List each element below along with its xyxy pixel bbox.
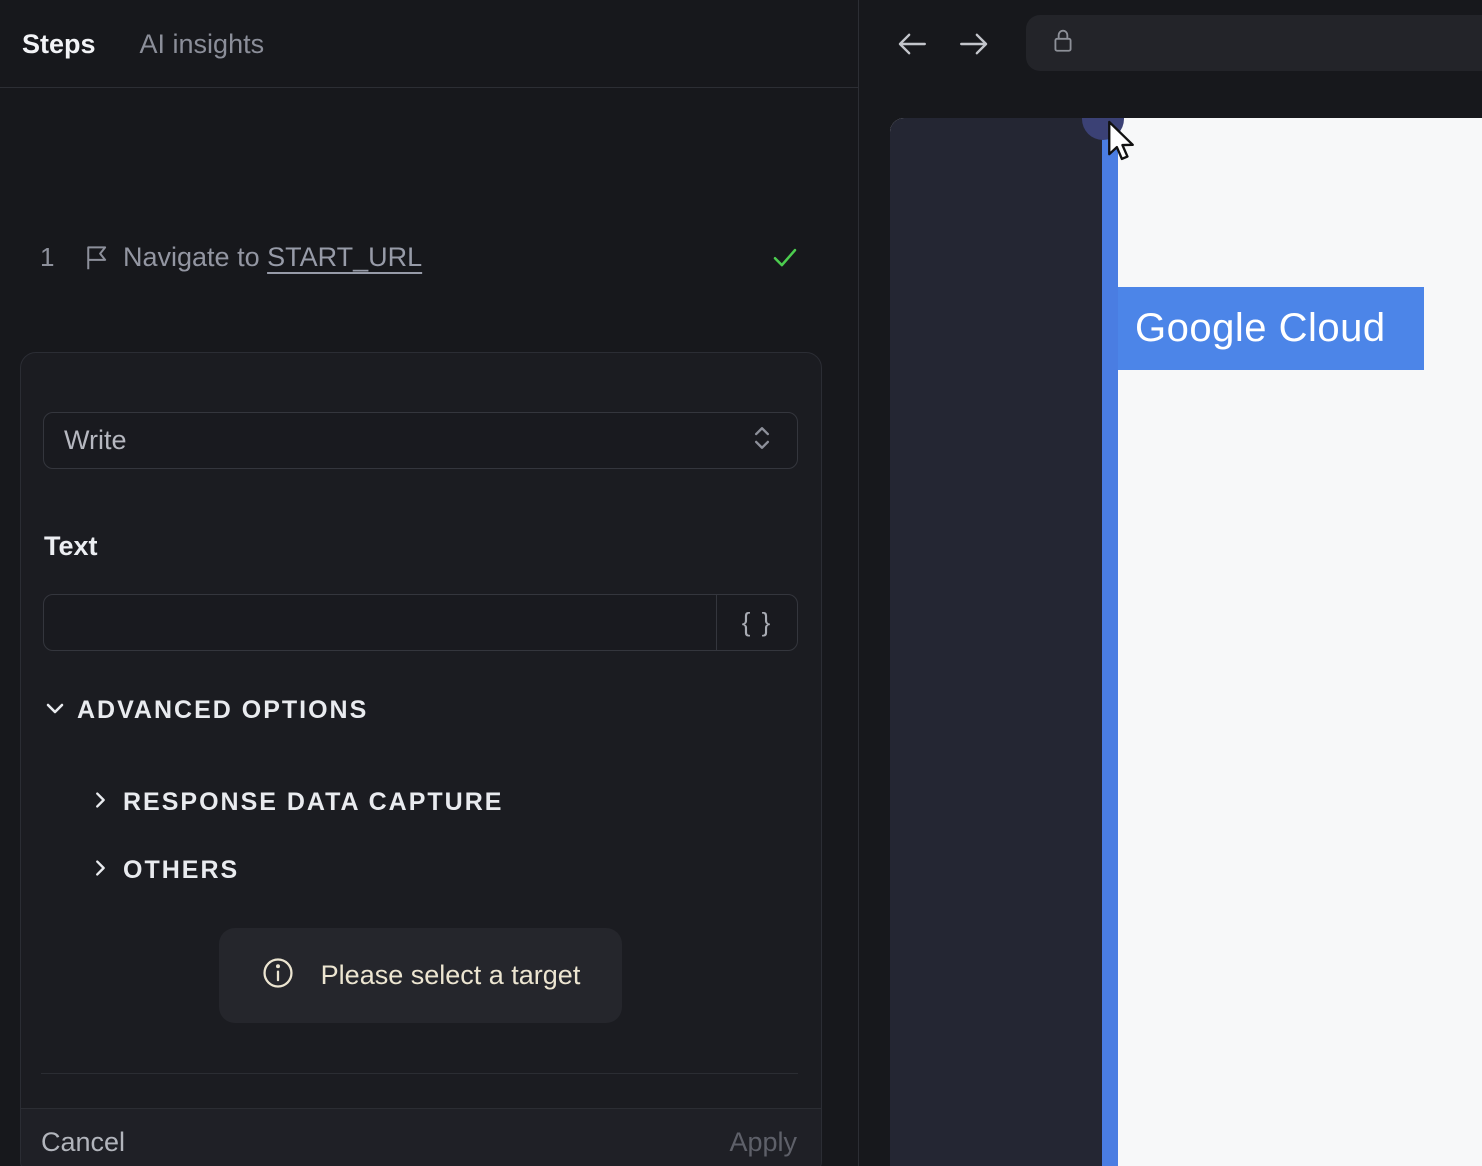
step-number: 1	[40, 241, 55, 272]
section-label: OTHERS	[123, 856, 240, 884]
cursor-icon	[1100, 119, 1142, 168]
url-bar[interactable]	[1026, 15, 1482, 71]
action-select-value: Write	[64, 425, 127, 455]
text-field-label: Text	[44, 531, 98, 561]
preview-site-sidebar	[890, 118, 1102, 1166]
action-select[interactable]: Write	[43, 412, 798, 469]
section-response-data-capture[interactable]: RESPONSE DATA CAPTURE	[89, 788, 503, 817]
text-input-group: { }	[43, 594, 798, 651]
back-button[interactable]	[895, 27, 929, 61]
tab-bar: Steps AI insights	[22, 0, 264, 88]
advanced-options-label: ADVANCED OPTIONS	[77, 696, 369, 724]
apply-button[interactable]: Apply	[729, 1127, 797, 1158]
flag-icon	[82, 243, 112, 278]
highlighted-sidebar-edge	[1102, 118, 1118, 1166]
notice-text: Please select a target	[320, 960, 581, 990]
cancel-button[interactable]: Cancel	[41, 1127, 125, 1158]
browser-nav	[895, 0, 991, 88]
insert-variable-button[interactable]: { }	[716, 595, 797, 650]
advanced-options-toggle[interactable]: ADVANCED OPTIONS	[43, 696, 368, 725]
tab-steps[interactable]: Steps	[22, 29, 96, 60]
chevron-right-icon	[89, 856, 111, 885]
text-input[interactable]	[44, 595, 716, 650]
chevron-up-down-icon	[751, 425, 773, 456]
padlock-icon	[1050, 26, 1076, 61]
browser-panel: Google Cloud	[859, 0, 1482, 1166]
section-others[interactable]: OTHERS	[89, 856, 239, 885]
step-title: Navigate to START_URL	[123, 242, 422, 273]
chevron-down-icon	[43, 696, 67, 725]
highlighted-element-label: Google Cloud	[1135, 306, 1386, 350]
page-preview[interactable]: Google Cloud	[890, 118, 1482, 1166]
editor-footer: Cancel Apply	[21, 1108, 821, 1166]
step-editor-card: Write Text { } ADVANCED OPTIONS RESPONSE…	[20, 352, 822, 1166]
steps-panel: 1 Navigate to START_URL Write Text {} A…	[0, 89, 858, 1166]
select-target-notice: Please select a target	[219, 928, 622, 1023]
chevron-right-icon	[89, 788, 111, 817]
start-url-link[interactable]: START_URL	[267, 242, 422, 272]
app-root: Steps AI insights 1 Navigate to START_UR…	[0, 0, 1482, 1166]
check-icon	[770, 242, 800, 277]
forward-button[interactable]	[957, 27, 991, 61]
step-title-text: Navigate to	[123, 241, 268, 272]
section-label: RESPONSE DATA CAPTURE	[123, 788, 504, 816]
preview-page-content	[1118, 118, 1482, 1166]
tab-ai-insights[interactable]: AI insights	[140, 29, 265, 60]
step-row[interactable]: 1 Navigate to START_URL	[0, 229, 858, 285]
footer-divider	[41, 1073, 798, 1074]
highlighted-element[interactable]: Google Cloud	[1118, 287, 1424, 370]
info-icon	[261, 956, 295, 995]
